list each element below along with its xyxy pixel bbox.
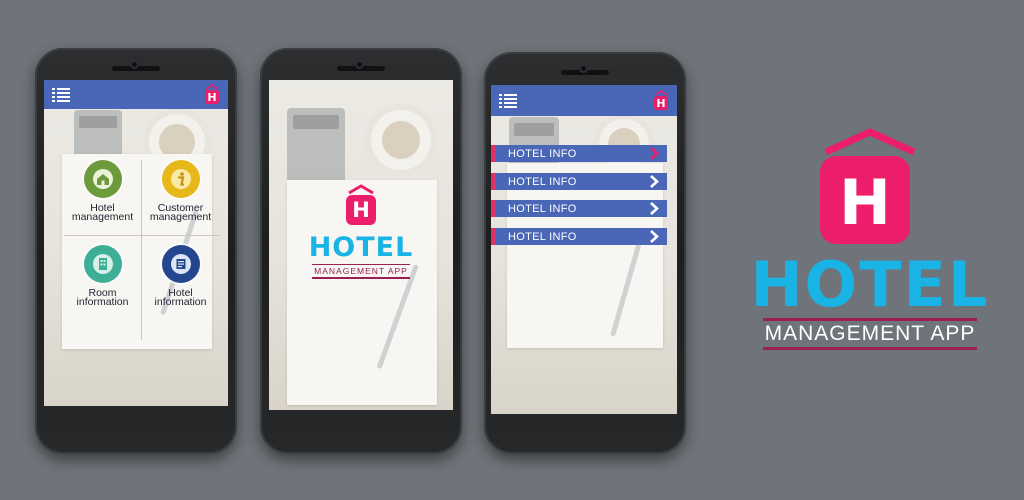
- paper-sheet-decor: [507, 163, 663, 348]
- hotel-logo-icon: H: [204, 84, 220, 105]
- brand-logo-large: H HOTEL MANAGEMENT APP: [740, 128, 1000, 358]
- brand-subtitle-wrap: MANAGEMENT APP: [740, 318, 1000, 350]
- hotel-logo-icon: H: [653, 90, 669, 111]
- list-item-hotel-info[interactable]: HOTEL INFO: [491, 228, 667, 245]
- list-menu-icon[interactable]: [499, 94, 517, 108]
- brand-subtitle: MANAGEMENT APP: [762, 318, 978, 350]
- app-bar: H: [491, 85, 677, 116]
- tile-label: information: [154, 296, 207, 308]
- splash-logo: H HOTEL MANAGEMENT APP: [269, 183, 453, 279]
- phone-screen: H Hotel management Customer management R…: [44, 80, 228, 406]
- calculator-decor: [287, 108, 345, 190]
- front-camera: [355, 60, 364, 69]
- brand-title: HOTEL: [308, 232, 414, 263]
- tile-label: information: [76, 296, 129, 308]
- app-bar: H: [44, 80, 228, 109]
- building-icon: [83, 245, 122, 283]
- coffee-cup-decor: [371, 110, 431, 170]
- tile-room-information[interactable]: Room information: [64, 245, 141, 325]
- chevron-right-icon: [650, 230, 659, 243]
- front-camera: [130, 60, 139, 69]
- tile-hotel-management[interactable]: Hotel management: [64, 160, 141, 240]
- info-icon: [161, 160, 200, 198]
- list-item-hotel-info[interactable]: HOTEL INFO: [491, 200, 667, 217]
- list-item-label: HOTEL INFO: [508, 203, 577, 215]
- list-item-label: HOTEL INFO: [508, 231, 577, 243]
- tile-customer-management[interactable]: Customer management: [142, 160, 219, 240]
- list-item-label: HOTEL INFO: [508, 148, 577, 160]
- list-item-hotel-info[interactable]: HOTEL INFO: [491, 173, 667, 190]
- phone-mockup-menu: H Hotel management Customer management R…: [35, 48, 237, 454]
- brand-subtitle: MANAGEMENT APP: [312, 264, 410, 279]
- hotel-logo-icon: H: [820, 128, 916, 244]
- svg-text:H: H: [656, 97, 665, 110]
- phone-mockup-splash: H HOTEL MANAGEMENT APP: [260, 48, 462, 454]
- dashboard-grid: Hotel management Customer management Roo…: [64, 160, 219, 340]
- front-camera: [579, 64, 588, 73]
- chevron-right-icon: [650, 175, 659, 188]
- list-menu-icon[interactable]: [52, 88, 70, 102]
- brand-title: HOTEL: [750, 248, 990, 321]
- svg-text:H: H: [207, 91, 216, 104]
- svg-text:H: H: [839, 166, 891, 239]
- svg-text:H: H: [352, 198, 370, 222]
- list-item-hotel-info[interactable]: HOTEL INFO: [491, 145, 667, 162]
- document-icon: [161, 245, 200, 283]
- tile-label: management: [149, 211, 212, 223]
- phone-screen: H HOTEL MANAGEMENT APP: [269, 80, 453, 410]
- hotel-logo-icon: H: [346, 184, 376, 225]
- chevron-right-icon: [650, 202, 659, 215]
- chevron-right-icon: [650, 147, 659, 160]
- list-item-label: HOTEL INFO: [508, 176, 577, 188]
- tile-label: management: [71, 211, 134, 223]
- phone-screen: H HOTEL INFO HOTEL INFO HOTEL INFO HOTEL…: [491, 85, 677, 414]
- tile-hotel-information[interactable]: Hotel information: [142, 245, 219, 325]
- phone-mockup-list: H HOTEL INFO HOTEL INFO HOTEL INFO HOTEL…: [484, 52, 686, 454]
- house-icon: [83, 160, 122, 198]
